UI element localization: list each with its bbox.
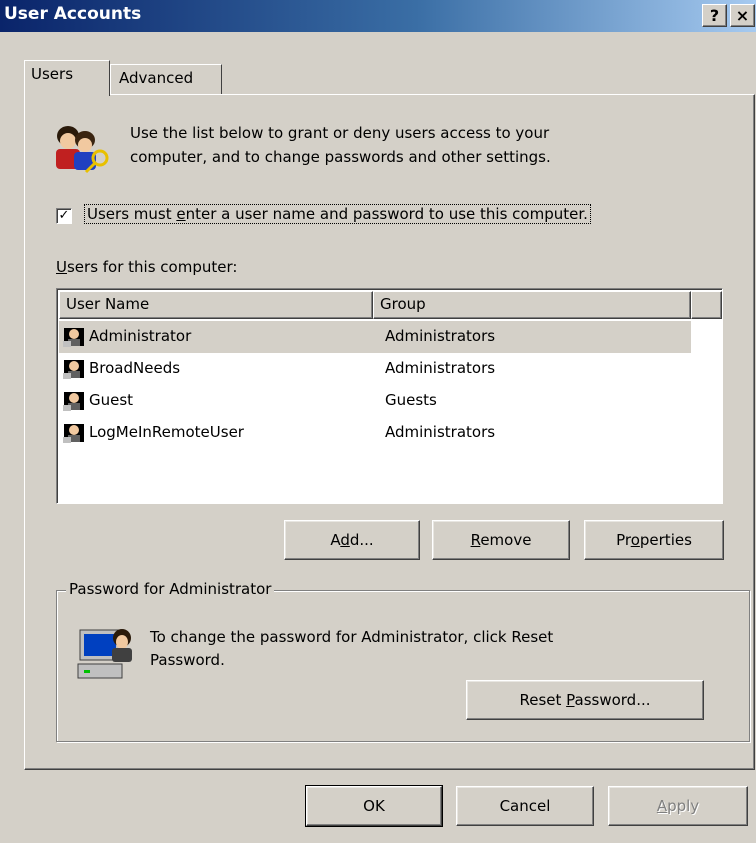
close-button[interactable]: ×: [730, 4, 755, 27]
window-title: User Accounts: [4, 4, 142, 24]
apply-button-post: pply: [667, 797, 700, 815]
ok-button[interactable]: OK: [305, 785, 443, 827]
tab-users-label: Users: [31, 65, 74, 83]
apply-button-accel: A: [656, 797, 668, 815]
tab-advanced-label: Advanced: [119, 69, 194, 87]
apply-button[interactable]: Apply: [608, 786, 748, 826]
close-icon: ×: [735, 6, 750, 25]
help-button[interactable]: ?: [702, 4, 727, 27]
tab-users[interactable]: Users: [24, 60, 110, 96]
cancel-button[interactable]: Cancel: [456, 786, 594, 826]
tab-advanced[interactable]: Advanced: [110, 64, 222, 94]
users-tab-panel: [24, 94, 755, 770]
